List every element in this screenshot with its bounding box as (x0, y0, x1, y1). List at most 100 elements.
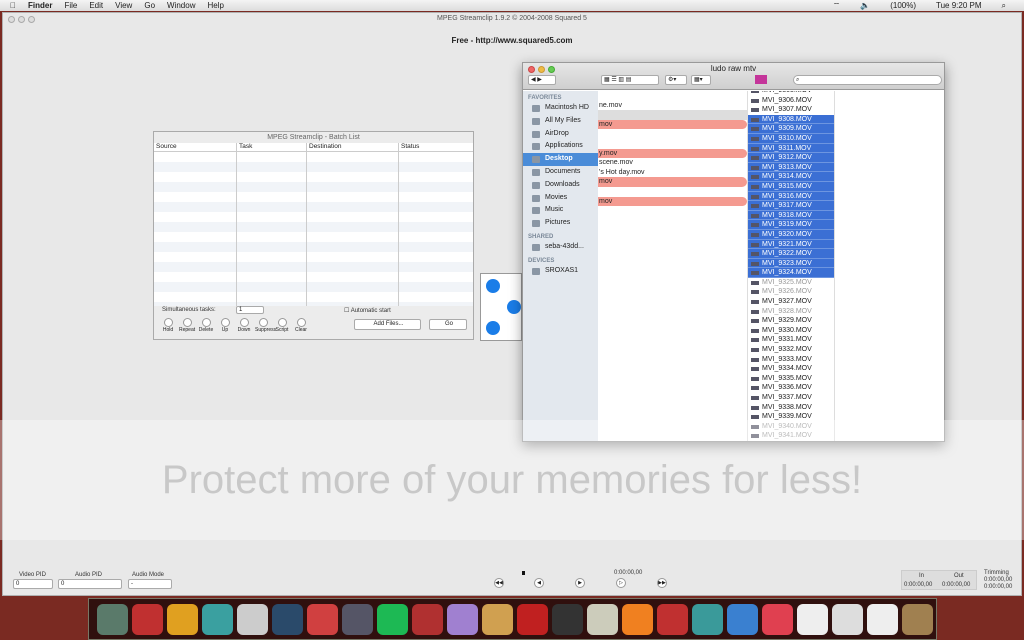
folder-item[interactable]: mov (598, 196, 747, 207)
folder-item[interactable]: 's Hot day.mov (598, 168, 747, 178)
sidebar-item-sroxas1[interactable]: SROXAS1 (523, 265, 598, 278)
file-item[interactable]: MVI_9314.MOV (748, 172, 834, 182)
file-item[interactable]: MVI_9335.MOV (748, 374, 834, 384)
arrange-button[interactable]: ▦▾ (691, 75, 711, 85)
dock-app-icon[interactable] (727, 603, 758, 635)
file-item[interactable]: MVI_9337.MOV (748, 393, 834, 403)
file-item[interactable]: MVI_9331.MOV (748, 335, 834, 345)
step-back-button[interactable]: ◀ (534, 578, 544, 588)
tool-hold[interactable]: Hold (160, 318, 176, 333)
file-item[interactable]: MVI_9320.MOV (748, 229, 834, 240)
volume-icon[interactable]: 🔈 (860, 1, 870, 10)
fast-forward-button[interactable]: ▶▶ (657, 578, 667, 588)
col-source[interactable]: Source (154, 143, 237, 151)
rewind-button[interactable]: ◀◀ (494, 578, 504, 588)
file-item[interactable]: MVI_9310.MOV (748, 133, 834, 144)
dock-app-icon[interactable] (587, 603, 618, 635)
file-item[interactable]: MVI_9312.MOV (748, 153, 834, 163)
audio-pid-select[interactable]: 0 (58, 579, 122, 589)
step-forward-button[interactable]: ▷ (616, 578, 626, 588)
tool-up[interactable]: Up (217, 318, 233, 333)
sidebar-item-movies[interactable]: Movies (523, 192, 598, 205)
dock-app-icon[interactable] (272, 603, 303, 635)
sidebar-item-applications[interactable]: Applications (523, 140, 598, 153)
file-item[interactable]: MVI_9309.MOV (748, 124, 834, 134)
file-item[interactable]: MVI_9329.MOV (748, 316, 834, 326)
dock-app-icon[interactable] (167, 603, 198, 635)
folder-item[interactable] (598, 187, 747, 197)
file-item[interactable]: MVI_9334.MOV (748, 364, 834, 374)
sidebar-item-pictures[interactable]: Pictures (523, 217, 598, 230)
file-item[interactable]: MVI_9308.MOV (748, 114, 834, 125)
folder-item[interactable]: mov (598, 119, 747, 130)
dock-app-icon[interactable] (832, 603, 863, 635)
playhead-slider[interactable] (522, 571, 525, 575)
folder-item[interactable] (598, 139, 747, 149)
go-button[interactable]: Go (429, 319, 467, 330)
file-item[interactable]: MVI_9318.MOV (748, 210, 834, 221)
file-item[interactable]: MVI_9330.MOV (748, 326, 834, 336)
file-item[interactable]: MVI_9327.MOV (748, 297, 834, 307)
sidebar-item-documents[interactable]: Documents (523, 166, 598, 179)
dock-app-icon[interactable] (412, 603, 443, 635)
file-item[interactable]: MVI_9316.MOV (748, 191, 834, 202)
view-mode-buttons[interactable]: ▦ ☰ ▥ ▤ (601, 75, 659, 85)
dock-app-icon[interactable] (762, 603, 793, 635)
folder-item[interactable]: ne.mov (598, 101, 747, 111)
tool-down[interactable]: Down (236, 318, 252, 333)
file-item[interactable]: MVI_9307.MOV (748, 105, 834, 115)
file-item[interactable]: MVI_9311.MOV (748, 143, 834, 154)
dock-app-icon[interactable] (692, 603, 723, 635)
dock-app-icon[interactable] (622, 603, 653, 635)
spotlight-icon[interactable]: ⌕ (1002, 1, 1006, 11)
dock-app-icon[interactable] (377, 603, 408, 635)
folder-item[interactable]: mov (598, 177, 747, 187)
dock-app-icon[interactable] (97, 603, 128, 635)
folder-item[interactable] (598, 91, 747, 101)
video-pid-select[interactable]: 0 (13, 579, 53, 589)
file-item[interactable]: MVI_9328.MOV (748, 307, 834, 317)
sidebar-item-downloads[interactable]: Downloads (523, 179, 598, 192)
search-input[interactable]: ⌕ (793, 75, 942, 85)
simultaneous-stepper[interactable]: 1 (236, 306, 264, 314)
file-item[interactable]: MVI_9322.MOV (748, 249, 834, 259)
folder-item[interactable]: y.mov (598, 148, 747, 159)
tool-delete[interactable]: Delete (198, 318, 214, 333)
dock-app-icon[interactable] (482, 603, 513, 635)
tool-suppress[interactable]: Suppress (255, 318, 276, 333)
folder-item[interactable] (598, 110, 747, 120)
play-button[interactable]: ▶ (575, 578, 585, 588)
tool-clear[interactable]: Clear (293, 318, 309, 333)
tool-script[interactable]: Script (274, 318, 290, 333)
file-item[interactable]: MVI_9333.MOV (748, 355, 834, 365)
tool-repeat[interactable]: Repeat (179, 318, 195, 333)
apple-menu-icon[interactable]:  (10, 1, 16, 10)
dock-app-icon[interactable] (902, 603, 933, 635)
audio-mode-select[interactable]: - (128, 579, 172, 589)
dock-app-icon[interactable] (342, 603, 373, 635)
file-item[interactable]: MVI_9306.MOV (748, 96, 834, 106)
dock-app-icon[interactable] (237, 603, 268, 635)
dock-app-icon[interactable] (657, 603, 688, 635)
file-item[interactable]: MVI_9315.MOV (748, 181, 834, 192)
add-files-button[interactable]: Add Files... (354, 319, 421, 330)
dock-app-icon[interactable] (867, 603, 898, 635)
file-item[interactable]: MVI_9319.MOV (748, 220, 834, 230)
menu-file[interactable]: File (64, 1, 77, 10)
back-forward-button[interactable]: ◀ ▶ (528, 75, 556, 85)
sidebar-item-airdrop[interactable]: AirDrop (523, 128, 598, 141)
menu-edit[interactable]: Edit (89, 1, 103, 10)
file-item[interactable]: MVI_9313.MOV (748, 162, 834, 173)
wifi-icon[interactable]: ⌔ (833, 1, 841, 11)
file-item[interactable]: MVI_9338.MOV (748, 403, 834, 413)
menu-window[interactable]: Window (167, 1, 195, 10)
dock-app-icon[interactable] (517, 603, 548, 635)
dock-app-icon[interactable] (202, 603, 233, 635)
dock-app-icon[interactable] (797, 603, 828, 635)
file-item[interactable]: MVI_9336.MOV (748, 383, 834, 393)
free-link[interactable]: Free - http://www.squared5.com (3, 36, 1021, 45)
menu-view[interactable]: View (115, 1, 132, 10)
dock-app-icon[interactable] (132, 603, 163, 635)
file-item[interactable]: MVI_9323.MOV (748, 258, 834, 269)
file-item[interactable]: MVI_9317.MOV (748, 201, 834, 211)
